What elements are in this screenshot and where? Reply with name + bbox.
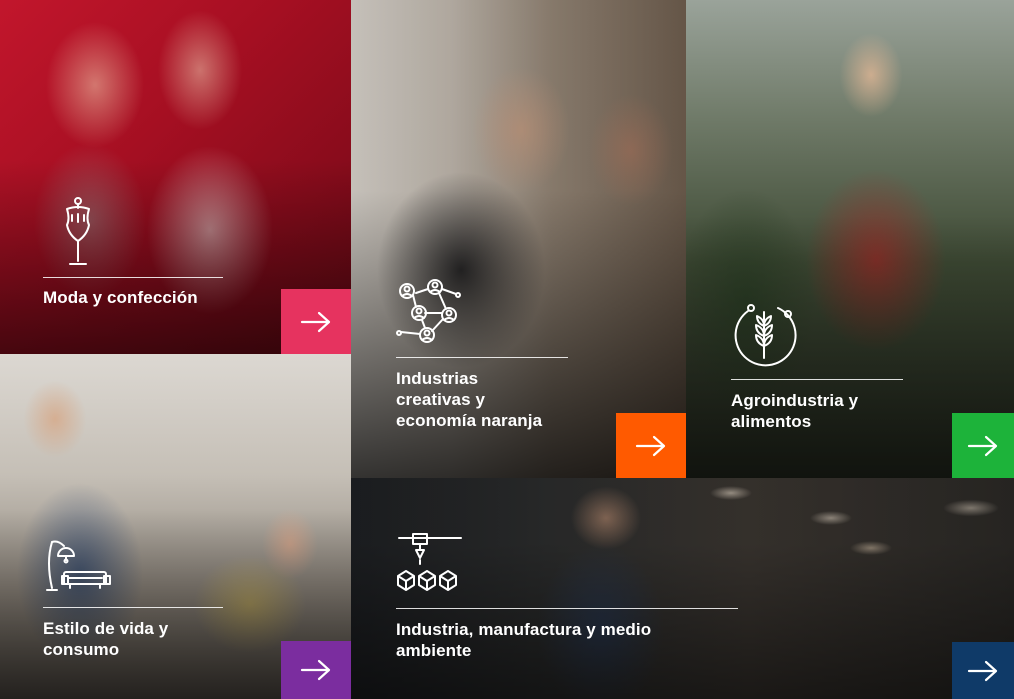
sector-grid: Moda y confección Industrias creativas y [0,0,1014,699]
sector-tile-moda[interactable]: Moda y confección [0,0,351,354]
arrow-right-icon [635,435,666,456]
lamp-sofa-icon [44,538,112,594]
tile-arrow-button[interactable] [952,413,1014,478]
tile-label: Agroindustria y alimentos [731,391,859,431]
divider [396,608,738,609]
tile-arrow-button[interactable] [281,289,351,354]
tile-arrow-button[interactable] [616,413,686,478]
arrow-right-icon [967,435,998,456]
tile-label: Moda y confección [43,288,198,307]
arrow-right-icon [300,659,331,681]
divider [43,277,223,278]
industrial-boxes-icon [395,530,465,596]
sector-tile-agro[interactable]: Agroindustria y alimentos [686,0,1014,478]
sector-tile-manufactura[interactable]: Industria, manufactura y medio ambiente [351,478,1014,699]
divider [43,607,223,608]
tile-arrow-button[interactable] [952,642,1014,699]
arrow-right-icon [967,660,998,681]
divider [731,379,903,380]
sector-tile-creativas[interactable]: Industrias creativas y economía naranja [351,0,686,478]
sector-tile-estilo[interactable]: Estilo de vida y consumo [0,354,351,699]
tile-label: Industrias creativas y economía naranja [396,369,543,430]
wheat-icon [730,302,800,370]
arrow-right-icon [300,311,331,332]
tile-arrow-button[interactable] [281,641,351,699]
tile-label: Industria, manufactura y medio ambiente [396,620,652,660]
tile-label: Estilo de vida y consumo [43,619,169,659]
network-people-icon [395,277,463,345]
divider [396,357,568,358]
mannequin-icon [58,196,98,268]
